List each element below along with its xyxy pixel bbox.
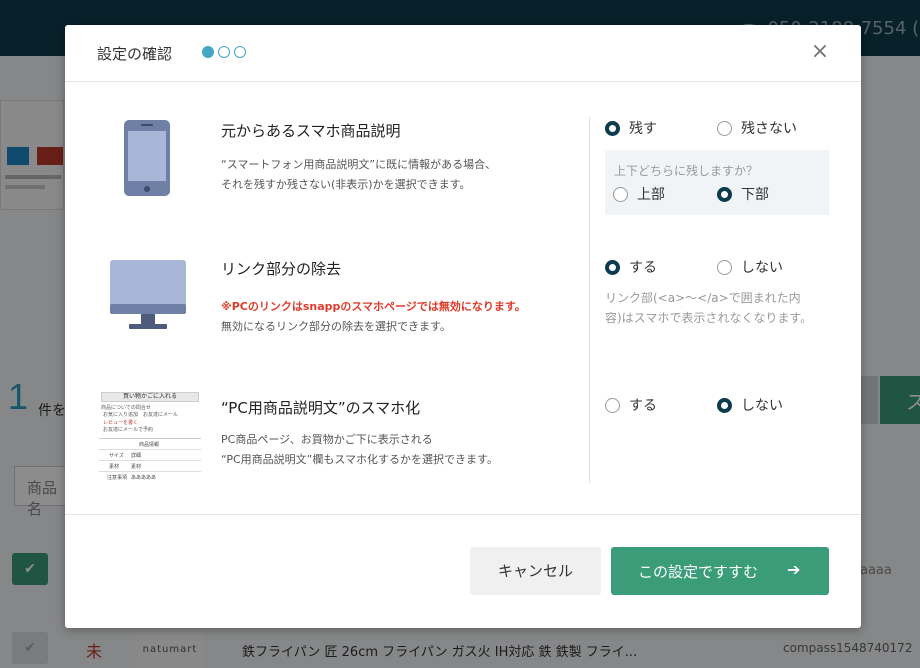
radio-indicator[interactable] (605, 397, 620, 413)
radio-label: 残さない (741, 121, 797, 137)
link-warning: ※PCのリンクはsnappのスマホページでは無効になります。 (221, 300, 526, 313)
radio-indicator[interactable] (717, 120, 732, 136)
row-title-sp-desc: 元からあるスマホ商品説明 (221, 122, 401, 140)
footer-divider (65, 514, 861, 515)
radio-label: しない (741, 398, 783, 414)
position-question: 上下どちらに残しますか？ (614, 164, 759, 178)
radio-label: 下部 (741, 187, 769, 203)
radio-pc-no-convert[interactable]: しない (717, 395, 783, 415)
modal-title: 設定の確認 (97, 45, 173, 63)
cancel-button[interactable]: キャンセル (470, 547, 601, 595)
radio-link-keep[interactable]: しない (717, 257, 783, 277)
radio-indicator[interactable] (717, 186, 732, 202)
row-title-pc-desc: “PC用商品説明文”のスマホ化 (221, 399, 421, 417)
step-dot-3 (234, 46, 246, 58)
row-desc-line: “スマートフォン用商品説明文”に既に情報がある場合、 (221, 158, 497, 171)
column-divider (589, 117, 590, 483)
document-preview-icon: 買い物かごに入れる 商品についての問合せ お気に入り追加 お友達にメール レビュ… (99, 392, 203, 482)
radio-label: 残す (629, 121, 657, 137)
radio-bottom[interactable]: 下部 (717, 184, 769, 204)
radio-indicator[interactable] (605, 120, 620, 136)
row-desc-line: PC商品ページ、お買物かご下に表示される (221, 433, 433, 446)
link-note-line: 容)はスマホで表示されなくなります。 (605, 311, 813, 325)
radio-indicator[interactable] (613, 186, 628, 202)
link-note-line: リンク部(<a>～</a>で囲まれた内 (605, 291, 801, 305)
keep-position-box: 上下どちらに残しますか？ 上部 下部 (605, 150, 829, 215)
step-indicator (202, 46, 246, 58)
monitor-icon (110, 260, 186, 329)
settings-confirm-modal: 設定の確認 × 元からあるスマホ商品説明 “スマートフォン用商品説明文”に既に情… (65, 25, 861, 628)
smartphone-icon (124, 120, 170, 196)
radio-top[interactable]: 上部 (613, 184, 665, 204)
confirm-button[interactable]: この設定ですすむ ➔ (611, 547, 829, 595)
radio-keep[interactable]: 残す (605, 118, 657, 138)
radio-indicator[interactable] (717, 259, 732, 275)
radio-indicator[interactable] (605, 259, 620, 275)
close-icon[interactable]: × (809, 40, 831, 64)
radio-label: しない (741, 260, 783, 276)
confirm-label: この設定ですすむ (638, 563, 759, 581)
radio-label: 上部 (637, 187, 665, 203)
row-desc-line: “PC用商品説明文”欄もスマホ化するかを選択できます。 (221, 453, 498, 466)
preview-cart-button: 買い物かごに入れる (101, 392, 199, 402)
modal-header: 設定の確認 × (65, 25, 861, 82)
row-desc-line: 無効になるリンク部分の除去を選択できます。 (221, 320, 451, 333)
radio-label: する (629, 398, 657, 414)
radio-pc-convert[interactable]: する (605, 395, 657, 415)
radio-not-keep[interactable]: 残さない (717, 118, 797, 138)
step-dot-1 (202, 46, 214, 58)
radio-link-remove[interactable]: する (605, 257, 657, 277)
arrow-right-icon: ➔ (787, 560, 801, 579)
link-note: リンク部(<a>～</a>で囲まれた内 容)はスマホで表示されなくなります。 (605, 288, 835, 328)
row-title-link-removal: リンク部分の除去 (221, 260, 342, 278)
radio-label: する (629, 260, 657, 276)
row-desc-line: それを残すか残さない(非表示)かを選択できます。 (221, 178, 471, 191)
preview-table: 商品情報 サイズ 詳細 素材 素材 注意事項 あああああ (99, 438, 201, 482)
radio-indicator[interactable] (717, 397, 732, 413)
step-dot-2 (218, 46, 230, 58)
